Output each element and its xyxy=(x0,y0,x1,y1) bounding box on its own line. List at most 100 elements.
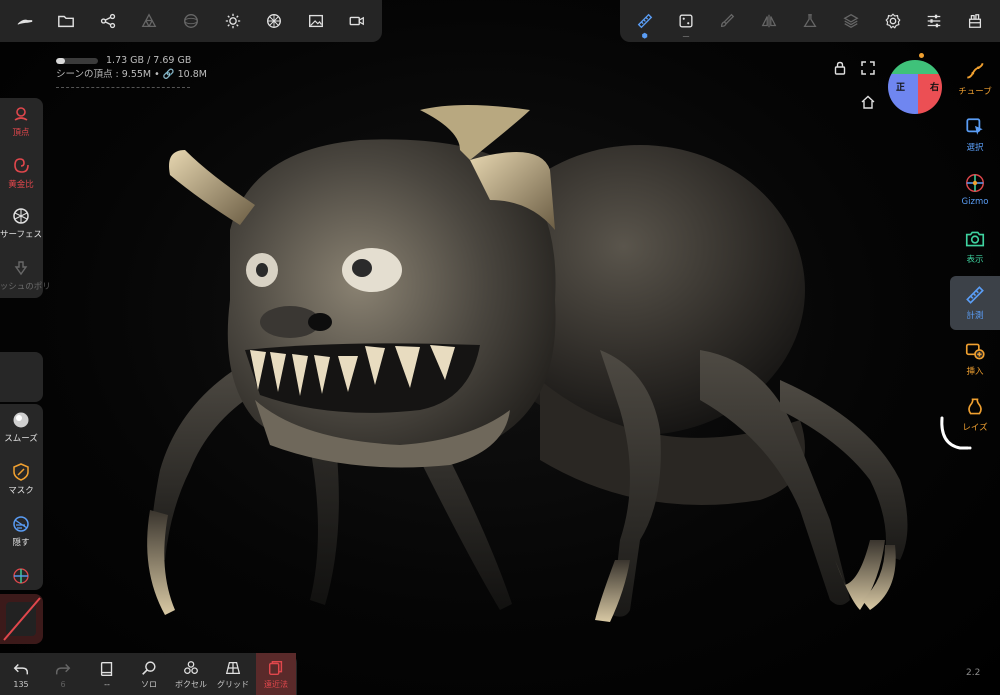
hide-icon xyxy=(13,516,29,532)
memory-usage: 1.73 GB / 7.69 GB xyxy=(106,55,192,66)
scene-icon[interactable] xyxy=(962,8,988,34)
tool-vertex[interactable]: 頂点 xyxy=(0,104,42,138)
perspective-icon xyxy=(268,660,283,675)
gizmo-icon xyxy=(966,174,984,192)
perspective-button[interactable]: 遠近法 xyxy=(256,653,296,695)
tool-select[interactable]: 選択 xyxy=(950,116,1000,153)
select-icon xyxy=(966,118,983,135)
grid-icon xyxy=(225,661,241,674)
vertex-icon xyxy=(14,107,28,121)
surface-icon xyxy=(13,208,29,224)
voxel-icon xyxy=(184,660,198,674)
material-icon[interactable] xyxy=(261,8,287,34)
3d-viewport[interactable] xyxy=(0,0,1000,695)
view-cube-front: 正 xyxy=(896,83,906,93)
tool-golden-ratio[interactable]: 黄金比 xyxy=(0,156,42,190)
voxel-button[interactable]: ボクセル xyxy=(172,653,210,695)
redo-icon xyxy=(55,663,71,674)
tool-tube[interactable]: チューブ xyxy=(950,60,1000,97)
tool-view[interactable]: 表示 xyxy=(950,228,1000,265)
flask-icon[interactable] xyxy=(797,8,823,34)
scene-stats: 1.73 GB / 7.69 GB シーンの頂点 : 9.55M • 🔗 10.… xyxy=(56,54,207,88)
home-icon[interactable] xyxy=(860,94,876,110)
tool-mesh-poly-label: メッシュのポリ xyxy=(0,282,51,292)
camera-icon xyxy=(965,231,985,247)
tool-measure-label: 計測 xyxy=(966,311,984,321)
tool-gizmo-small[interactable] xyxy=(0,566,42,586)
tube-icon xyxy=(967,62,984,79)
fullscreen-icon[interactable] xyxy=(860,60,876,76)
folder-icon[interactable] xyxy=(53,8,79,34)
tool-insert[interactable]: 挿入 xyxy=(950,340,1000,377)
left-panel-empty-slot[interactable] xyxy=(0,352,43,402)
gizmo-small-icon xyxy=(13,568,29,584)
tool-select-label: 選択 xyxy=(966,143,984,153)
redo-button[interactable]: 6 xyxy=(44,653,82,695)
undo-icon xyxy=(13,663,29,674)
memory-bar-fill xyxy=(56,58,66,64)
left-panel-color-swatch[interactable] xyxy=(0,594,43,644)
tool-surface[interactable]: サーフェス xyxy=(0,206,42,240)
tool-smooth-label: スムーズ xyxy=(4,434,38,444)
tool-golden-ratio-label: 黄金比 xyxy=(8,180,34,190)
insert-icon xyxy=(965,343,985,360)
tool-insert-label: 挿入 xyxy=(966,367,984,377)
sculpt-brush-icon[interactable] xyxy=(12,8,38,34)
layers-icon[interactable] xyxy=(838,8,864,34)
memory-bar xyxy=(56,58,98,64)
mesh-poly-icon xyxy=(14,261,28,276)
video-icon[interactable] xyxy=(344,8,370,34)
magnifier-icon xyxy=(142,660,156,675)
gear-icon[interactable] xyxy=(880,8,906,34)
view-cube[interactable]: 正 右 xyxy=(888,60,942,114)
undo-count: 135 xyxy=(13,679,29,689)
sliders-icon[interactable] xyxy=(921,8,947,34)
redo-count: 6 xyxy=(60,679,66,689)
stats-divider xyxy=(56,87,190,88)
light-icon[interactable] xyxy=(220,8,246,34)
measure-icon[interactable]: ⬢ xyxy=(632,8,658,40)
view-cube-indicator xyxy=(919,53,924,58)
tool-mesh-poly[interactable]: メッシュのポリ xyxy=(0,258,51,292)
sculpted-creature-model xyxy=(147,105,908,622)
brush-icon[interactable] xyxy=(714,8,740,34)
grid-button[interactable]: グリッド xyxy=(214,653,252,695)
scene-vertex-count: シーンの頂点 : 9.55M • 🔗 10.8M xyxy=(56,69,207,80)
tool-mask-label: マスク xyxy=(8,486,34,496)
tool-mask[interactable]: マスク xyxy=(0,462,42,496)
mesh-icon[interactable] xyxy=(136,8,162,34)
ruler-icon xyxy=(966,286,984,304)
golden-ratio-icon xyxy=(14,158,29,173)
solo-button[interactable]: ソロ xyxy=(130,653,168,695)
history-button[interactable]: -- xyxy=(88,653,126,695)
symmetry-icon[interactable] xyxy=(756,8,782,34)
undo-button[interactable]: 135 xyxy=(2,653,40,695)
image-icon[interactable] xyxy=(303,8,329,34)
grid-label: グリッド xyxy=(217,679,249,689)
view-cube-right: 右 xyxy=(930,83,940,93)
tool-surface-label: サーフェス xyxy=(0,230,42,240)
no-color-icon xyxy=(3,597,41,641)
tool-gizmo-label: Gizmo xyxy=(961,197,989,207)
book-icon xyxy=(100,661,113,676)
perspective-label: 遠近法 xyxy=(264,679,288,689)
top-left-toolbar xyxy=(0,0,382,42)
tool-vertex-label: 頂点 xyxy=(12,128,30,138)
tool-hide-label: 隠す xyxy=(12,538,30,548)
tool-gizmo[interactable]: Gizmo xyxy=(950,172,1000,207)
top-right-toolbar: ⬢ — xyxy=(620,0,1000,42)
tool-measure[interactable]: 計測 xyxy=(950,284,1000,321)
lock-icon[interactable] xyxy=(832,60,848,76)
voxel-label: ボクセル xyxy=(175,679,207,689)
sphere-icon[interactable] xyxy=(178,8,204,34)
share-icon[interactable] xyxy=(95,8,121,34)
stroke-curve-icon xyxy=(940,416,972,450)
mask-icon xyxy=(13,463,29,481)
smooth-icon xyxy=(13,412,29,428)
tool-hide[interactable]: 隠す xyxy=(0,514,42,548)
tool-tube-label: チューブ xyxy=(958,87,992,97)
solo-label: ソロ xyxy=(141,679,157,689)
tool-smooth[interactable]: スムーズ xyxy=(0,410,42,444)
history-label: -- xyxy=(104,679,110,689)
dice-icon[interactable]: — xyxy=(673,8,699,40)
